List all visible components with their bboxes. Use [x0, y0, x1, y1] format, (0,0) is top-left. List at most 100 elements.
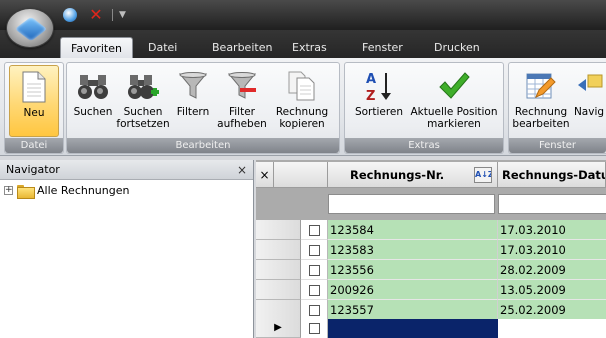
cell-rechnungs-nr[interactable]: 123584	[328, 220, 498, 240]
close-icon[interactable]: ×	[237, 160, 247, 180]
tab-extras[interactable]: Extras	[282, 37, 337, 58]
checkbox[interactable]	[309, 225, 320, 236]
row-checkbox-cell	[301, 220, 328, 240]
cell-rechnungs-nr[interactable]: 200926	[328, 280, 498, 300]
group-label-fenster: Fenster	[509, 138, 606, 153]
tree-item-alle-rechnungen[interactable]: + Alle Rechnungen	[4, 184, 130, 199]
ribbon-tab-row: Favoriten Datei Bearbeiten Extras Fenste…	[0, 30, 606, 58]
neu-button[interactable]: Neu	[9, 65, 59, 137]
new-row-indicator: ▶	[256, 319, 301, 338]
group-fenster: Rechnung bearbeiten Navig Fenster	[508, 62, 606, 154]
group-label-datei: Datei	[5, 138, 63, 153]
sortieren-button[interactable]: AZ Sortieren	[349, 65, 409, 137]
red-x-icon: ✕	[89, 5, 103, 24]
cell-rechnungs-datum[interactable]: 17.03.2010	[498, 220, 606, 240]
invoice-grid: × Rechnungs-Nr. A↓Z Rechnungs-Datu 12358…	[256, 160, 606, 338]
quick-access-toolbar: ✕ ▼	[60, 4, 126, 26]
save-button[interactable]	[60, 5, 80, 25]
row-checkbox-cell	[301, 300, 328, 320]
filter-input-rechnungs-nr[interactable]	[328, 194, 495, 214]
new-row-checkbox-cell	[301, 319, 328, 338]
checkbox[interactable]	[309, 305, 320, 316]
tab-fenster[interactable]: Fenster	[352, 37, 413, 58]
close-document-button[interactable]: ✕	[86, 5, 106, 25]
ribbon: Neu Datei Suchen Suchen fortsetzen Filter…	[0, 58, 606, 156]
cell-rechnungs-datum[interactable]: 13.05.2009	[498, 280, 606, 300]
aktuelle-position-label: Aktuelle Position markieren	[410, 106, 498, 130]
svg-text:A: A	[366, 72, 376, 87]
checkbox[interactable]	[309, 265, 320, 276]
filtern-label: Filtern	[176, 106, 210, 118]
checkbox[interactable]	[309, 323, 320, 334]
row-header[interactable]	[256, 240, 301, 260]
cell-rechnungs-nr[interactable]: 123557	[328, 300, 498, 320]
checkbox[interactable]	[309, 245, 320, 256]
row-header[interactable]	[256, 260, 301, 280]
row-header[interactable]	[256, 280, 301, 300]
sortieren-label: Sortieren	[354, 106, 404, 118]
rechnung-kopieren-label: Rechnung kopieren	[275, 106, 329, 130]
suchen-label: Suchen	[73, 106, 113, 118]
new-row-selected-cell[interactable]	[328, 319, 498, 338]
sort-az-icon: AZ	[362, 69, 396, 103]
new-row-date-cell[interactable]	[498, 319, 606, 338]
cell-rechnungs-nr[interactable]: 123556	[328, 260, 498, 280]
tree-item-label: Alle Rechnungen	[37, 184, 130, 197]
filter-input-rechnungs-datum[interactable]	[498, 194, 606, 214]
group-datei: Neu Datei	[4, 62, 64, 154]
cube-icon	[14, 16, 48, 42]
tab-datei[interactable]: Datei	[138, 37, 187, 58]
tab-favoriten[interactable]: Favoriten	[60, 37, 133, 58]
row-checkbox-cell	[301, 240, 328, 260]
navigator-panel: Navigator × + Alle Rechnungen	[0, 160, 254, 338]
grid-corner-button[interactable]: ×	[256, 162, 274, 188]
disc-icon	[63, 8, 77, 22]
edit-table-icon	[524, 69, 558, 103]
navigator-label: Navig	[573, 106, 605, 118]
filter-aufheben-label: Filter aufheben	[217, 106, 267, 130]
cell-rechnungs-datum[interactable]: 17.03.2010	[498, 240, 606, 260]
cell-rechnungs-datum[interactable]: 25.02.2009	[498, 300, 606, 320]
filtern-button[interactable]: Filtern	[173, 65, 213, 137]
navigator-header: Navigator ×	[0, 160, 253, 180]
aktuelle-position-markieren-button[interactable]: Aktuelle Position markieren	[409, 65, 499, 137]
application-menu-button[interactable]	[6, 8, 54, 48]
rechnung-bearbeiten-button[interactable]: Rechnung bearbeiten	[512, 65, 570, 137]
suchen-fortsetzen-label: Suchen fortsetzen	[116, 106, 170, 130]
cell-rechnungs-nr[interactable]: 123583	[328, 240, 498, 260]
neu-label: Neu	[23, 107, 45, 119]
svg-text:Z: Z	[366, 89, 375, 102]
row-header[interactable]	[256, 220, 301, 240]
row-header[interactable]	[256, 300, 301, 320]
title-bar: ✕ ▼	[0, 0, 606, 30]
column-header-rechnungs-nr[interactable]: Rechnungs-Nr.	[328, 162, 498, 188]
copy-document-icon	[285, 69, 319, 103]
binoculars-plus-icon	[126, 69, 160, 103]
cell-rechnungs-datum[interactable]: 28.02.2009	[498, 260, 606, 280]
checkbox[interactable]	[309, 285, 320, 296]
suchen-fortsetzen-button[interactable]: Suchen fortsetzen	[116, 65, 170, 137]
grid-checkbox-header	[274, 162, 328, 188]
sort-icon[interactable]: A↓Z	[474, 167, 492, 183]
navigator-button[interactable]: Navig	[571, 65, 606, 137]
row-checkbox-cell	[301, 260, 328, 280]
group-label-bearbeiten: Bearbeiten	[67, 138, 339, 153]
expand-icon[interactable]: +	[4, 186, 13, 195]
filter-row-spacer	[256, 188, 328, 220]
folder-icon	[17, 184, 35, 199]
new-document-icon	[17, 70, 51, 104]
checkmark-icon	[437, 69, 471, 103]
rechnung-kopieren-button[interactable]: Rechnung kopieren	[273, 65, 331, 137]
funnel-remove-icon	[225, 69, 259, 103]
suchen-button[interactable]: Suchen	[71, 65, 115, 137]
column-header-rechnungs-datum[interactable]: Rechnungs-Datu	[498, 162, 606, 188]
tab-drucken[interactable]: Drucken	[424, 37, 490, 58]
group-bearbeiten: Suchen Suchen fortsetzen Filtern Filter au…	[66, 62, 340, 154]
row-checkbox-cell	[301, 280, 328, 300]
customize-toolbar-icon[interactable]: ▼	[119, 10, 126, 20]
tab-bearbeiten[interactable]: Bearbeiten	[202, 37, 282, 58]
filter-aufheben-button[interactable]: Filter aufheben	[217, 65, 267, 137]
rechnung-bearbeiten-label: Rechnung bearbeiten	[512, 106, 570, 130]
navigator-icon	[572, 69, 606, 103]
group-extras: AZ Sortieren Aktuelle Position markieren …	[344, 62, 504, 154]
